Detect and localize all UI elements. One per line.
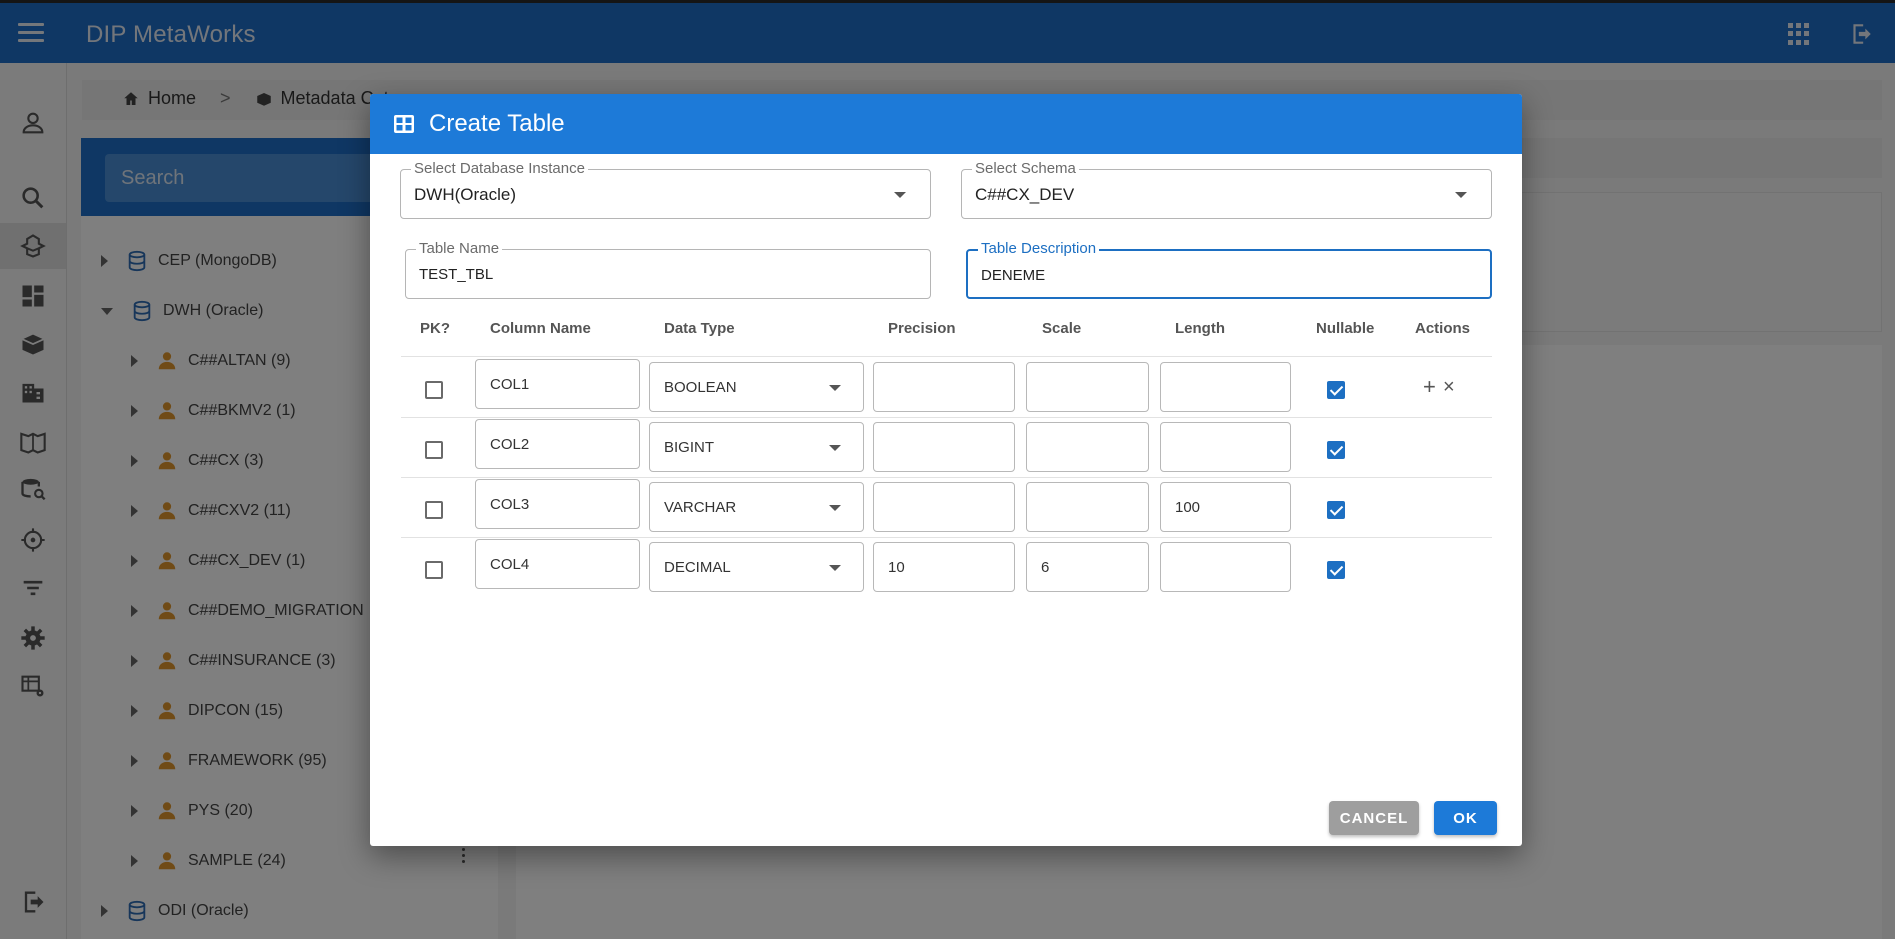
nullable-checkbox[interactable] — [1327, 501, 1345, 519]
header-divider — [401, 356, 1492, 357]
chevron-down-icon[interactable] — [829, 505, 841, 511]
column-header-actions: Actions — [1415, 320, 1471, 337]
chevron-down-icon[interactable] — [829, 445, 841, 451]
data-type-value: DECIMAL — [664, 559, 731, 576]
column-header-length: Length — [1175, 320, 1225, 337]
precision-value: 10 — [888, 559, 905, 576]
pk-checkbox[interactable] — [425, 561, 443, 579]
database-instance-value: DWH(Oracle) — [414, 185, 516, 204]
precision-input[interactable] — [873, 482, 1015, 532]
data-type-value: VARCHAR — [664, 499, 737, 516]
scale-input[interactable] — [1026, 482, 1149, 532]
column-header-precision: Precision — [888, 320, 956, 337]
pk-checkbox[interactable] — [425, 441, 443, 459]
table-description-value: DENEME — [981, 267, 1046, 284]
table-icon — [394, 115, 414, 133]
column-header-data-type: Data Type — [664, 320, 735, 337]
column-header-column-name: Column Name — [490, 320, 591, 337]
dialog-title: Create Table — [429, 110, 565, 137]
length-input[interactable]: 100 — [1160, 482, 1291, 532]
row-divider — [401, 537, 1492, 538]
database-instance-label: Select Database Instance — [411, 161, 588, 177]
scale-input[interactable]: 6 — [1026, 542, 1149, 592]
column-header-nullable: Nullable — [1316, 320, 1375, 337]
column-name-value: COL2 — [490, 436, 530, 453]
column-name-value: COL3 — [490, 496, 530, 513]
column-header-scale: Scale — [1042, 320, 1082, 337]
table-name-value: TEST_TBL — [419, 266, 494, 283]
schema-value: C##CX_DEV — [975, 185, 1075, 204]
data-type-select[interactable]: DECIMAL — [649, 542, 864, 592]
table-description-field[interactable]: Table Description DENEME — [966, 241, 1492, 299]
column-header-pk: PK? — [420, 320, 450, 337]
dialog-header: Create Table — [370, 94, 1522, 154]
scale-input[interactable] — [1026, 362, 1149, 412]
column-name-input[interactable]: COL1 — [475, 359, 640, 409]
length-input[interactable] — [1160, 542, 1291, 592]
nullable-checkbox[interactable] — [1327, 561, 1345, 579]
column-name-input[interactable]: COL2 — [475, 419, 640, 469]
column-name-value: COL4 — [490, 556, 530, 573]
data-type-select[interactable]: BOOLEAN — [649, 362, 864, 412]
database-instance-select[interactable]: Select Database Instance DWH(Oracle) — [400, 161, 931, 219]
row-divider — [401, 477, 1492, 478]
ok-button[interactable]: OK — [1434, 801, 1497, 835]
row-divider — [401, 417, 1492, 418]
data-type-value: BIGINT — [664, 439, 715, 456]
precision-input[interactable] — [873, 422, 1015, 472]
create-table-dialog: Create Table Select Database Instance DW… — [370, 94, 1522, 846]
length-input[interactable] — [1160, 362, 1291, 412]
pk-checkbox[interactable] — [425, 501, 443, 519]
column-name-input[interactable]: COL3 — [475, 479, 640, 529]
chevron-down-icon[interactable] — [894, 192, 906, 198]
column-name-input[interactable]: COL4 — [475, 539, 640, 589]
length-input[interactable] — [1160, 422, 1291, 472]
schema-select[interactable]: Select Schema C##CX_DEV — [961, 161, 1492, 219]
table-name-label: Table Name — [416, 241, 503, 257]
data-type-select[interactable]: BIGINT — [649, 422, 864, 472]
nullable-checkbox[interactable] — [1327, 381, 1345, 399]
chevron-down-icon[interactable] — [1455, 192, 1467, 198]
data-type-value: BOOLEAN — [664, 379, 737, 396]
cancel-button[interactable]: CANCEL — [1329, 801, 1419, 835]
scale-input[interactable] — [1026, 422, 1149, 472]
pk-checkbox[interactable] — [425, 381, 443, 399]
remove-row-icon[interactable]: × — [1443, 377, 1455, 397]
column-name-value: COL1 — [490, 376, 530, 393]
table-name-field[interactable]: Table Name TEST_TBL — [405, 241, 931, 299]
add-row-icon[interactable]: + — [1423, 376, 1436, 398]
nullable-checkbox[interactable] — [1327, 441, 1345, 459]
precision-input[interactable] — [873, 362, 1015, 412]
scale-value: 6 — [1041, 559, 1050, 576]
data-type-select[interactable]: VARCHAR — [649, 482, 864, 532]
schema-label: Select Schema — [972, 161, 1079, 177]
precision-input[interactable]: 10 — [873, 542, 1015, 592]
chevron-down-icon[interactable] — [829, 385, 841, 391]
length-value: 100 — [1175, 499, 1201, 516]
table-description-label: Table Description — [978, 241, 1100, 257]
chevron-down-icon[interactable] — [829, 565, 841, 571]
